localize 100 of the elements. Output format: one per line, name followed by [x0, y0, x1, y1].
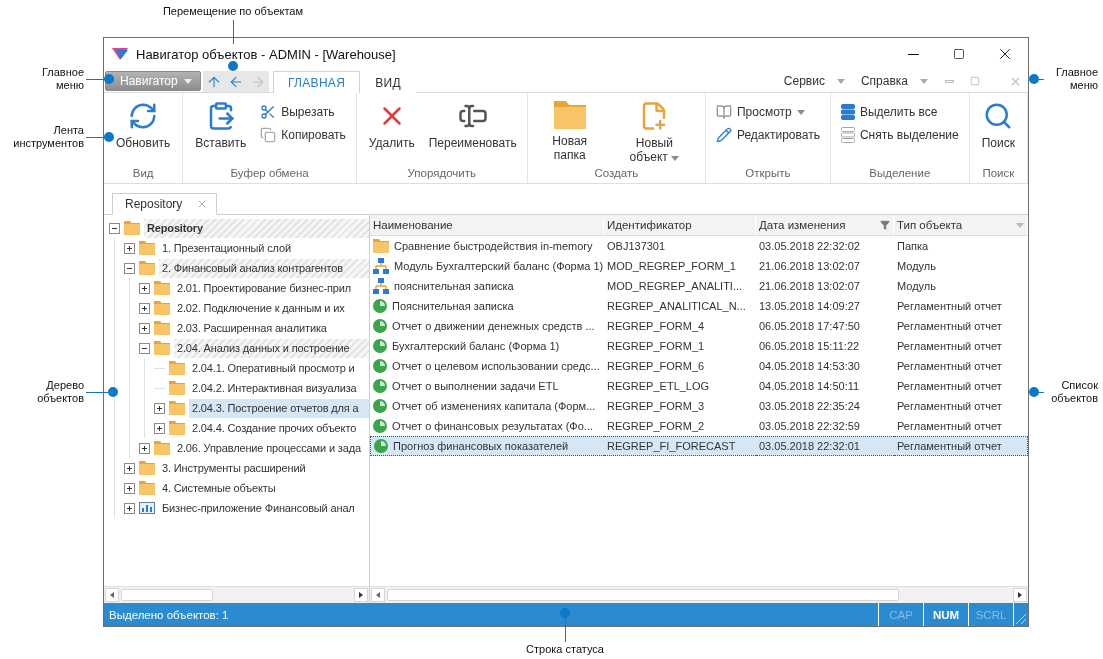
- ribbon-tab[interactable]: ГЛАВНАЯ: [273, 71, 361, 93]
- refresh-icon: [128, 101, 159, 131]
- column-header[interactable]: Дата изменения: [756, 215, 894, 236]
- menu-item[interactable]: Справка: [852, 71, 936, 91]
- resize-grip-icon[interactable]: [1013, 603, 1028, 626]
- callout-label: Дерево объектов: [36, 379, 84, 405]
- horizontal-scrollbar[interactable]: [370, 586, 1028, 603]
- pie-icon: [373, 419, 387, 433]
- object-name: Сравнение быстродействия in-memory: [394, 240, 593, 252]
- callout-label: Главное меню: [1054, 66, 1098, 92]
- table-cell[interactable]: Отчет об изменениях капитала (Форм...: [370, 396, 604, 416]
- ribbon-button[interactable]: Поиск: [975, 99, 1021, 167]
- table-cell[interactable]: Сравнение быстродействия in-memory: [370, 236, 604, 256]
- ribbon-button[interactable]: Переименовать: [424, 99, 521, 167]
- column-header[interactable]: Идентификатор: [604, 215, 756, 236]
- collapse-icon[interactable]: [109, 222, 120, 234]
- table-cell[interactable]: Бухгалтерский баланс (Форма 1): [370, 336, 604, 356]
- caret-icon: [920, 78, 928, 84]
- scroll-thumb[interactable]: [121, 589, 214, 601]
- ribbon-button[interactable]: Вставить: [189, 99, 253, 167]
- scroll-right-button[interactable]: [1013, 588, 1027, 602]
- folder-icon: [124, 221, 140, 235]
- expand-icon[interactable]: [154, 402, 165, 414]
- expand-icon[interactable]: [124, 482, 135, 494]
- tree-item[interactable]: 2.06. Управление процессами и зада: [139, 438, 369, 458]
- object-name: Отчет о выполнении задачи ETL: [392, 380, 559, 392]
- table-cell[interactable]: Прогноз финансовых показателей: [370, 436, 604, 456]
- tree-item[interactable]: 2.04.2. Интерактивная визуализа: [154, 378, 369, 398]
- table-cell-text: MOD_REGREP_ANALITI...: [606, 279, 744, 294]
- column-header[interactable]: Наименование: [370, 215, 604, 236]
- ribbon-button[interactable]: Новая папка: [533, 99, 606, 167]
- filter-icon[interactable]: [880, 220, 890, 230]
- callout-label: Список объектов: [1050, 379, 1098, 405]
- ribbon-button[interactable]: Новый объект: [609, 99, 699, 167]
- object-name: Бухгалтерский баланс (Форма 1): [392, 340, 560, 352]
- tree-item[interactable]: 3. Инструменты расширений: [124, 458, 369, 478]
- tree-item[interactable]: 2.02. Подключение к данным и их: [139, 298, 369, 318]
- hierarchy-icon: [373, 258, 389, 274]
- folder-icon: [154, 321, 170, 335]
- expand-icon[interactable]: [139, 282, 150, 294]
- table-cell[interactable]: Отчет о движении денежных средств ...: [370, 316, 604, 336]
- hierarchy-icon: [373, 278, 389, 294]
- ribbon-button[interactable]: Копировать: [256, 125, 350, 145]
- tree-item[interactable]: 2.01. Проектирование бизнес-прил: [139, 278, 369, 298]
- ribbon-button[interactable]: Обновить: [110, 99, 177, 167]
- scroll-right-button[interactable]: [354, 588, 368, 602]
- leader-line: [86, 392, 110, 393]
- collapse-icon[interactable]: [139, 342, 150, 354]
- expand-icon[interactable]: [124, 242, 135, 254]
- tree-item[interactable]: 1. Презентационный слой: [124, 238, 369, 258]
- menu-item[interactable]: Сервис: [775, 71, 853, 91]
- table-cell[interactable]: пояснительная записка: [370, 276, 604, 296]
- scroll-thumb[interactable]: [387, 589, 899, 601]
- dropdown-icon: [1016, 222, 1024, 228]
- key-indicator: SCRL: [968, 603, 1013, 626]
- scroll-left-button[interactable]: [105, 588, 119, 602]
- table-cell[interactable]: Модуль Бухгалтерский баланс (Форма 1): [370, 256, 604, 276]
- tree-item[interactable]: 2.03. Расширенная аналитика: [139, 318, 369, 338]
- table-cell-text: 03.05.2018 22:32:59: [758, 419, 861, 434]
- table-cell[interactable]: Отчет о финансовых результатах (Фо...: [370, 416, 604, 436]
- ribbon-button[interactable]: Удалить: [362, 99, 421, 167]
- ribbon-button[interactable]: Выделить все: [836, 102, 963, 122]
- ribbon-button[interactable]: Вырезать: [256, 102, 350, 122]
- tree-item[interactable]: Бизнес-приложение Финансовый анал: [124, 498, 369, 518]
- status-text: Выделено объектов: 1: [109, 608, 229, 621]
- table-cell-text: REGREP_ANALITICAL_N...: [606, 299, 747, 314]
- ribbon-button[interactable]: Снять выделение: [836, 125, 963, 145]
- object-name: Прогноз финансовых показателей: [393, 440, 569, 452]
- table-cell[interactable]: Отчет о целевом использовании средс...: [370, 356, 604, 376]
- folder-icon: [169, 421, 185, 435]
- table-cell: 03.05.2018 22:32:01: [756, 436, 894, 456]
- ribbon-button[interactable]: Редактировать: [712, 125, 824, 145]
- column-header[interactable]: Тип объекта: [894, 215, 1028, 236]
- expand-icon[interactable]: [139, 442, 150, 454]
- expand-icon[interactable]: [139, 322, 150, 334]
- table-cell: Регламентный отчет: [894, 436, 1028, 456]
- tree-item[interactable]: 2.04.4. Создание прочих объекто: [154, 418, 369, 438]
- expand-icon[interactable]: [124, 462, 135, 474]
- tree-item[interactable]: 4. Системные объекты: [124, 478, 369, 498]
- expand-icon[interactable]: [154, 422, 165, 434]
- table-cell[interactable]: Отчет о выполнении задачи ETL: [370, 376, 604, 396]
- table-cell-text: 03.05.2018 22:32:02: [758, 239, 861, 254]
- ribbon-button[interactable]: Просмотр: [712, 102, 824, 122]
- document-tab[interactable]: Repository: [112, 193, 218, 215]
- group-label: Буфер обмена: [230, 167, 309, 181]
- tree-item[interactable]: 2.04.1. Оперативный просмотр и: [154, 358, 369, 378]
- table-cell-text: REGREP_ETL_LOG: [606, 379, 711, 394]
- folder-icon: [139, 461, 155, 475]
- folder-icon: [154, 441, 170, 455]
- horizontal-scrollbar[interactable]: [104, 586, 369, 603]
- collapse-icon[interactable]: [124, 262, 135, 274]
- expand-icon[interactable]: [139, 302, 150, 314]
- scroll-left-button[interactable]: [371, 588, 385, 602]
- table-cell-text: Регламентный отчет: [896, 379, 1003, 394]
- folder-icon: [169, 361, 185, 375]
- table-cell-text: 13.05.2018 14:09:27: [758, 299, 861, 314]
- folder-icon: [139, 241, 155, 255]
- expand-icon[interactable]: [124, 502, 135, 514]
- table-cell[interactable]: Пояснительная записка: [370, 296, 604, 316]
- caret-icon: [796, 109, 805, 115]
